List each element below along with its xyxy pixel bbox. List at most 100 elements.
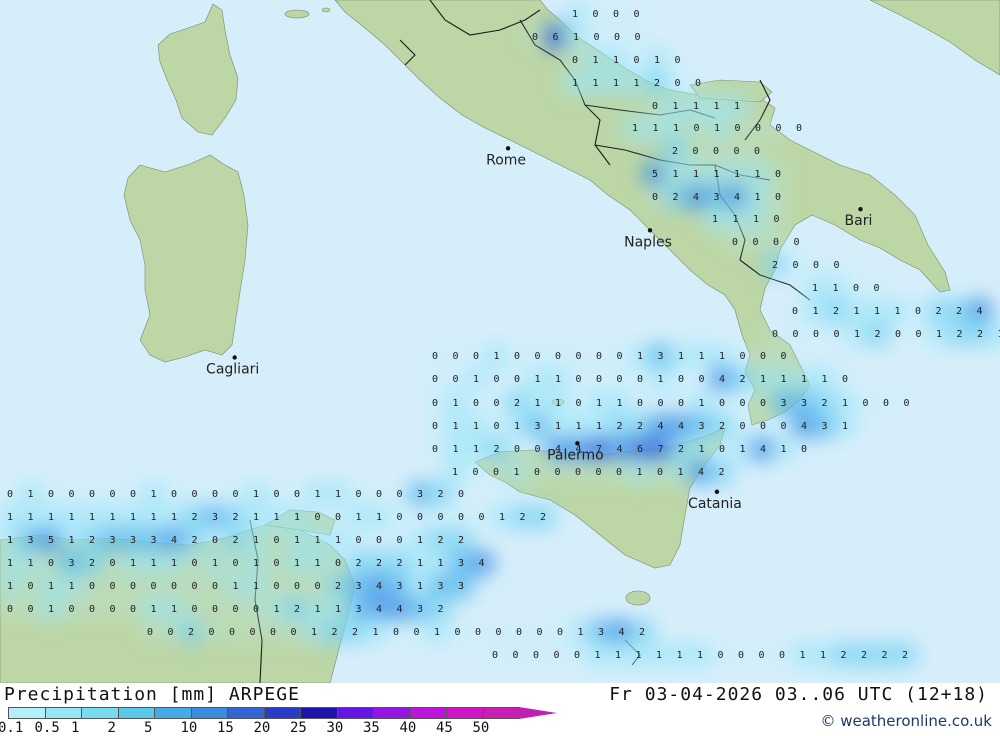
precip-value: 2 xyxy=(437,604,443,615)
precip-value: 0 xyxy=(290,627,296,638)
precip-value: 0 xyxy=(171,581,177,592)
precip-value: 3 xyxy=(534,421,540,432)
precip-value: 1 xyxy=(376,512,382,523)
color-scale-swatch xyxy=(45,707,82,719)
precip-value: 1 xyxy=(109,512,115,523)
precip-value: 0 xyxy=(452,374,458,385)
precip-value: 0 xyxy=(27,581,33,592)
color-scale-label: 20 xyxy=(254,720,271,736)
color-scale-label: 40 xyxy=(400,720,417,736)
city-marker-cagliari xyxy=(232,355,236,359)
precip-value: 1 xyxy=(632,123,638,134)
precip-value: 0 xyxy=(478,512,484,523)
island-malta xyxy=(626,591,650,605)
precip-value: 0 xyxy=(719,444,725,455)
precip-value: 0 xyxy=(171,489,177,500)
precip-value: 0 xyxy=(249,627,255,638)
precip-value: 0 xyxy=(294,489,300,500)
precip-value: 0 xyxy=(717,650,723,661)
precip-value: 0 xyxy=(678,398,684,409)
precip-value: 0 xyxy=(634,32,640,43)
precip-value: 1 xyxy=(253,558,259,569)
precip-value: 2 xyxy=(861,650,867,661)
precip-value: 0 xyxy=(719,398,725,409)
precip-value: 1 xyxy=(273,604,279,615)
precip-value: 0 xyxy=(413,627,419,638)
precip-value: 0 xyxy=(432,398,438,409)
precip-value: 1 xyxy=(596,398,602,409)
precip-value: 0 xyxy=(253,604,259,615)
precip-value: 1 xyxy=(739,444,745,455)
precip-value: 0 xyxy=(674,78,680,89)
precip-value: 0 xyxy=(473,398,479,409)
precip-value: 1 xyxy=(89,512,95,523)
precip-value: 2 xyxy=(956,306,962,317)
precip-value: 4 xyxy=(760,444,766,455)
precipitation-map[interactable]: 1000061000011010111120001111111010000200… xyxy=(0,0,1000,683)
precip-value: 0 xyxy=(533,650,539,661)
copyright-link[interactable]: © weatheronline.co.uk xyxy=(820,712,992,730)
precip-value: 1 xyxy=(555,421,561,432)
precip-value: 2 xyxy=(188,627,194,638)
precip-value: 2 xyxy=(519,512,525,523)
precip-value: 0 xyxy=(733,146,739,157)
precip-value: 1 xyxy=(294,512,300,523)
precip-value: 1 xyxy=(577,627,583,638)
precip-value: 2 xyxy=(672,192,678,203)
precip-value: 1 xyxy=(48,604,54,615)
precip-value: 0 xyxy=(532,32,538,43)
precip-value: 1 xyxy=(513,467,519,478)
precip-value: 0 xyxy=(493,398,499,409)
precip-value: 3 xyxy=(417,489,423,500)
precip-value: 1 xyxy=(652,123,658,134)
precip-value: 0 xyxy=(191,604,197,615)
precip-value: 3 xyxy=(821,421,827,432)
color-scale-label: 15 xyxy=(217,720,234,736)
precip-value: 0 xyxy=(862,398,868,409)
precip-value: 0 xyxy=(534,351,540,362)
color-scale-label: 1 xyxy=(71,720,79,736)
precip-value: 0 xyxy=(842,374,848,385)
color-scale-label: 5 xyxy=(144,720,152,736)
city-label-catania: Catania xyxy=(688,496,742,512)
color-scale-swatch xyxy=(8,707,45,719)
precip-value: 4 xyxy=(698,467,704,478)
precip-value: 0 xyxy=(575,467,581,478)
precip-value: 1 xyxy=(314,489,320,500)
precip-value: 0 xyxy=(458,512,464,523)
precip-value: 0 xyxy=(314,512,320,523)
precip-value: 2 xyxy=(437,489,443,500)
city-marker-catania xyxy=(715,490,719,494)
precip-value: 0 xyxy=(657,467,663,478)
precip-value: 0 xyxy=(212,489,218,500)
precip-value: 1 xyxy=(672,169,678,180)
precip-value: 1 xyxy=(592,78,598,89)
precip-value: 1 xyxy=(594,650,600,661)
precip-value: 2 xyxy=(719,421,725,432)
precip-value: 0 xyxy=(813,260,819,271)
precip-value: 0 xyxy=(895,329,901,340)
city-marker-bari xyxy=(858,207,862,211)
precip-value: 1 xyxy=(698,351,704,362)
precip-value: 0 xyxy=(191,489,197,500)
precip-value: 2 xyxy=(881,650,887,661)
precip-value: 1 xyxy=(698,444,704,455)
precip-value: 0 xyxy=(637,398,643,409)
precip-value: 0 xyxy=(147,627,153,638)
precip-value: 2 xyxy=(902,650,908,661)
color-scale-swatch xyxy=(118,707,155,719)
precip-value: 1 xyxy=(150,489,156,500)
precip-value: 3 xyxy=(355,581,361,592)
precip-value: 3 xyxy=(657,351,663,362)
precip-value: 1 xyxy=(697,650,703,661)
precip-value: 1 xyxy=(437,558,443,569)
precip-value: 1 xyxy=(894,306,900,317)
precip-value: 3 xyxy=(396,581,402,592)
precip-value: 1 xyxy=(212,558,218,569)
precip-value: 1 xyxy=(434,627,440,638)
precip-value: 0 xyxy=(130,581,136,592)
precip-value: 2 xyxy=(637,421,643,432)
precip-value: 1 xyxy=(842,398,848,409)
precip-value: 3 xyxy=(130,535,136,546)
precip-value: 1 xyxy=(473,374,479,385)
